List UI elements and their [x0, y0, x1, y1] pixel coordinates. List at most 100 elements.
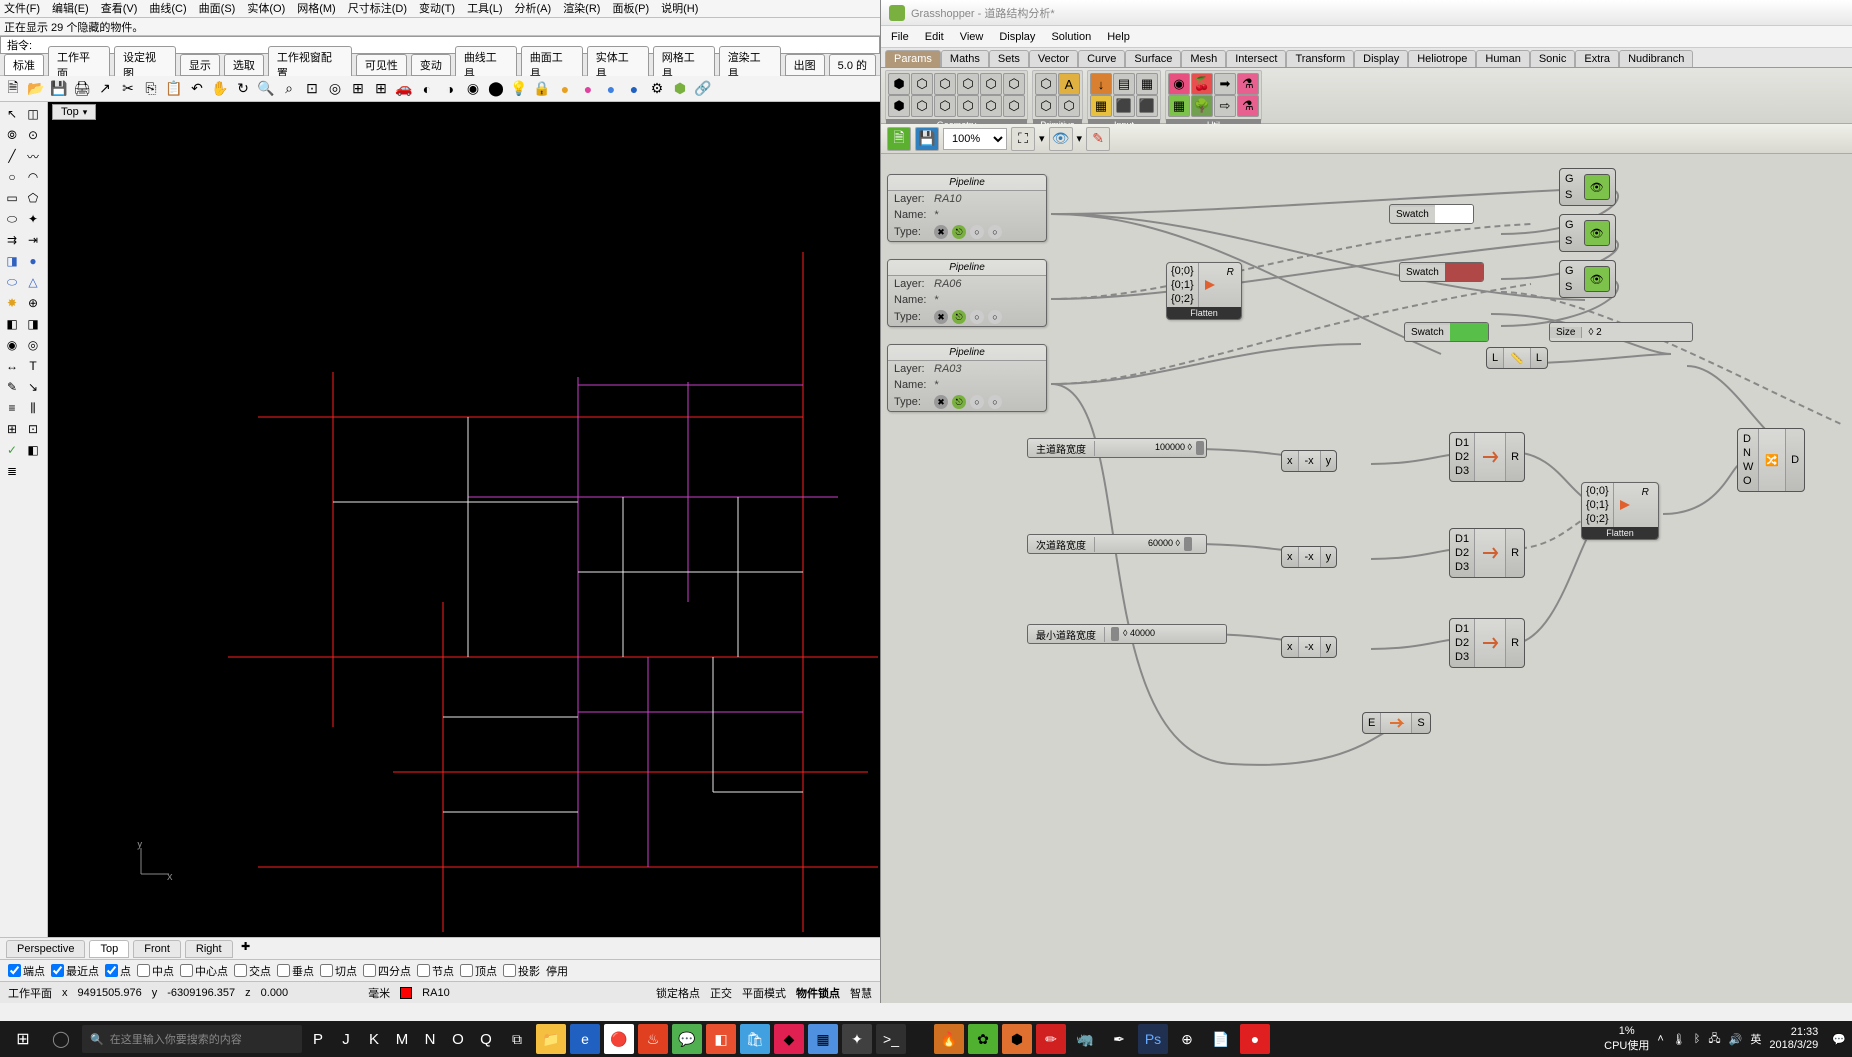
taskbar-key[interactable]: Q — [474, 1031, 498, 1048]
menu-item[interactable]: 编辑(E) — [52, 0, 89, 17]
gh-menu-item[interactable]: Solution — [1051, 31, 1091, 43]
chrome-icon[interactable]: 🔴 — [604, 1024, 634, 1054]
cut-icon[interactable]: ✂ — [117, 78, 139, 100]
input-port[interactable]: D1 — [1455, 622, 1469, 636]
statusbar-pane[interactable]: 工作平面 — [8, 985, 52, 1001]
gh-tab[interactable]: Display — [1354, 50, 1408, 67]
taskbar-key[interactable]: M — [390, 1031, 414, 1048]
preview-node[interactable]: GS 👁 — [1559, 168, 1616, 206]
taskbar-key[interactable]: N — [418, 1031, 442, 1048]
osnap-item[interactable]: 交点 — [234, 963, 271, 979]
status-toggle[interactable]: 平面模式 — [742, 985, 786, 1001]
xy-node[interactable]: x -x y — [1281, 450, 1337, 472]
notification-icon[interactable]: 💬 — [1832, 1033, 1846, 1046]
join-icon[interactable]: ⊕ — [23, 293, 43, 313]
hex-icon[interactable]: ⬡ — [1035, 73, 1057, 95]
cursor-icon[interactable]: ↖ — [2, 104, 22, 124]
input-port[interactable]: D1 — [1455, 532, 1469, 546]
gh-menu-item[interactable]: View — [960, 31, 984, 43]
osnap-bar[interactable]: 端点 最近点 点 中点 中心点 交点 垂点 切点 四分点 节点 顶点 投影 停用 — [0, 959, 880, 981]
input-port[interactable]: D2 — [1455, 546, 1469, 560]
input-icon[interactable]: ⬛ — [1136, 95, 1158, 117]
gh-toolbar[interactable]: 🗎 💾 100% ⛶ ▾ 👁 ▾ ✎ — [881, 124, 1852, 154]
menu-item[interactable]: 文件(F) — [4, 0, 40, 17]
osnap-item[interactable]: 节点 — [417, 963, 454, 979]
gh-ribbon[interactable]: ⬢⬢ ⬡⬡ ⬡⬡ ⬡⬡ ⬡⬡ ⬡⬡ Geometry ⬡⬡ A⬡ Primiti… — [881, 68, 1852, 124]
option1-icon[interactable]: ◐ — [416, 78, 438, 100]
leader-icon[interactable]: ↘ — [23, 377, 43, 397]
torch-icon[interactable]: ♨ — [638, 1024, 668, 1054]
export-icon[interactable]: ↗ — [94, 78, 116, 100]
gh-titlebar[interactable]: Grasshopper - 道路结构分析* — [881, 0, 1852, 26]
system-tray[interactable]: 1% CPU使用 ˄ 🌡 ᛒ 🖧 🔊 英 21:33 2018/3/29 💬 — [1604, 1025, 1846, 1053]
wechat-icon[interactable]: 💬 — [672, 1024, 702, 1054]
line-icon[interactable]: ╱ — [2, 146, 22, 166]
new-icon[interactable]: 🗎 — [2, 78, 24, 100]
input-port[interactable]: D1 — [1455, 436, 1469, 450]
hex-icon[interactable]: ⬡ — [1058, 95, 1080, 117]
hex-icon[interactable]: ⬡ — [934, 73, 956, 95]
input-port[interactable]: S — [1565, 189, 1574, 201]
pan-icon[interactable]: ✋ — [209, 78, 231, 100]
osnap-item[interactable]: 顶点 — [460, 963, 497, 979]
extend-icon[interactable]: ⇥ — [23, 230, 43, 250]
length-node[interactable]: L 📏 L — [1486, 347, 1548, 369]
hex-icon[interactable]: ⬡ — [980, 73, 1002, 95]
taskbar-key[interactable]: O — [446, 1031, 470, 1048]
terminal-icon[interactable]: >_ — [876, 1024, 906, 1054]
hex-icon[interactable]: ⬡ — [934, 95, 956, 117]
slider-grip-icon[interactable] — [1111, 627, 1119, 641]
status-toggle[interactable]: 物件锁点 — [796, 985, 840, 1001]
gh-tab[interactable]: Human — [1476, 50, 1529, 67]
menu-item[interactable]: 网格(M) — [297, 0, 336, 17]
filter-icon[interactable]: ○ — [988, 395, 1002, 409]
cortana-icon[interactable]: ◯ — [44, 1024, 78, 1054]
gh-tab[interactable]: Maths — [941, 50, 989, 67]
taskview-icon[interactable]: ⧉ — [502, 1024, 532, 1054]
menu-item[interactable]: 变动(T) — [419, 0, 455, 17]
align-icon[interactable]: ≡ — [2, 398, 22, 418]
preview-icon[interactable]: 👁 — [1049, 127, 1073, 151]
osnap-disable[interactable]: 停用 — [546, 963, 568, 979]
input-icon[interactable]: ▤ — [1113, 73, 1135, 95]
menu-item[interactable]: 面板(P) — [612, 0, 649, 17]
input-port[interactable]: L — [1492, 351, 1498, 365]
swatch-color[interactable] — [1435, 205, 1473, 223]
app4-icon[interactable]: ✦ — [842, 1024, 872, 1054]
flatten-node[interactable]: {0;0} {0;1} {0;2} R Flatten — [1166, 262, 1242, 320]
ellipse-icon[interactable]: ⬭ — [2, 209, 22, 229]
input-port[interactable]: S — [1565, 281, 1574, 293]
render3-icon[interactable]: ● — [600, 78, 622, 100]
app5-icon[interactable]: 🔥 — [934, 1024, 964, 1054]
rect-icon[interactable]: ▭ — [2, 188, 22, 208]
util-icon[interactable]: ▦ — [1168, 95, 1190, 117]
app6-icon[interactable]: ✿ — [968, 1024, 998, 1054]
osnap-item[interactable]: 点 — [105, 963, 131, 979]
osnap-item[interactable]: 最近点 — [51, 963, 99, 979]
print-icon[interactable]: 🖨 — [71, 78, 93, 100]
gh-tab[interactable]: Intersect — [1226, 50, 1286, 67]
osnap-item[interactable]: 垂点 — [277, 963, 314, 979]
input-port[interactable]: D3 — [1455, 464, 1469, 478]
zoom-selected-icon[interactable]: ◎ — [324, 78, 346, 100]
cone-icon[interactable]: △ — [23, 272, 43, 292]
offset-icon[interactable]: ⇉ — [2, 230, 22, 250]
viewport-tabs[interactable]: Perspective Top Front Right ✚ — [0, 937, 880, 959]
gh-tab[interactable]: Extra — [1575, 50, 1619, 67]
seltool-icon[interactable]: ⊙ — [23, 125, 43, 145]
layer-swatch-icon[interactable] — [400, 987, 412, 999]
slider-node[interactable]: 最小道路宽度 ◊ 40000 — [1027, 624, 1227, 644]
gh-tab[interactable]: Nudibranch — [1619, 50, 1693, 67]
rhino-menubar[interactable]: 文件(F) 编辑(E) 查看(V) 曲线(C) 曲面(S) 实体(O) 网格(M… — [0, 0, 880, 18]
taskbar-key[interactable]: K — [362, 1031, 386, 1048]
output-port[interactable]: R — [1221, 263, 1240, 307]
rhino-viewport[interactable]: Top — [48, 102, 880, 937]
gh-tab[interactable]: Sets — [989, 50, 1029, 67]
temp-icon[interactable]: 🌡 — [1672, 1033, 1686, 1046]
input-port[interactable]: x — [1287, 550, 1293, 564]
filter-icon[interactable]: ○ — [988, 310, 1002, 324]
gear-icon[interactable]: ⚙ — [646, 78, 668, 100]
input-port[interactable]: E — [1368, 716, 1375, 730]
rhino-tab[interactable]: 可见性 — [356, 54, 407, 76]
rhino-task-icon[interactable]: 🦏 — [1070, 1024, 1100, 1054]
